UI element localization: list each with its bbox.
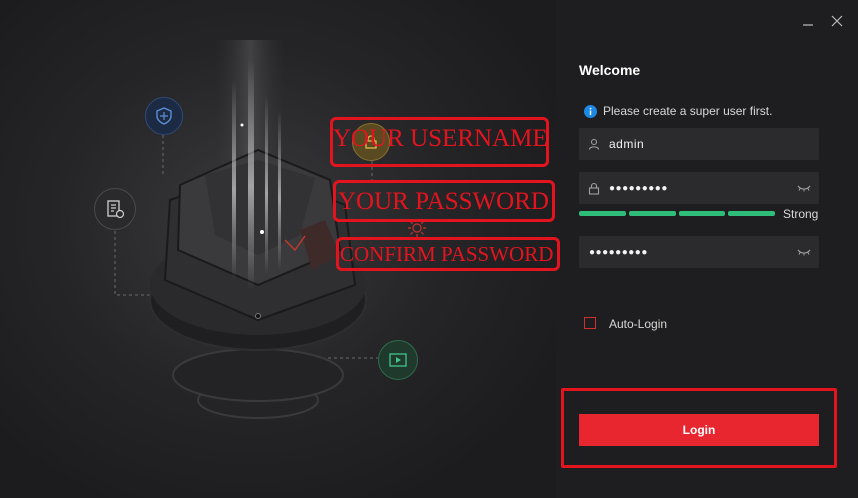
eye-closed-icon[interactable]	[789, 184, 819, 192]
shield-node-icon	[145, 97, 183, 135]
minimize-icon[interactable]	[797, 10, 819, 32]
password-strength-meter	[579, 211, 775, 216]
user-icon	[579, 138, 609, 150]
strength-segment	[628, 211, 676, 216]
info-icon	[584, 104, 597, 118]
strength-label: Strong	[783, 207, 819, 221]
auto-login-label: Auto-Login	[609, 317, 668, 331]
annotation-confirm-text: CONFIRM PASSWORD	[340, 242, 554, 266]
close-icon[interactable]	[826, 10, 848, 32]
username-value[interactable]: admin	[609, 137, 819, 151]
eye-closed-icon[interactable]	[789, 248, 819, 256]
lock-icon	[579, 182, 609, 195]
confirm-password-field[interactable]: ●●●●●●●●●	[579, 236, 819, 268]
annotation-password-text: YOUR PASSWORD	[338, 188, 549, 215]
notice-message: Please create a super user first.	[584, 104, 772, 118]
annotation-username-text: YOUR USERNAME	[333, 125, 548, 152]
password-field[interactable]: ●●●●●●●●●	[579, 172, 819, 204]
alarm-log-node-icon	[94, 188, 136, 230]
strength-segment	[579, 211, 626, 216]
password-value[interactable]: ●●●●●●●●●	[609, 183, 789, 194]
username-field[interactable]: admin	[579, 128, 819, 160]
confirm-password-value[interactable]: ●●●●●●●●●	[589, 247, 789, 258]
strength-segment	[728, 211, 775, 216]
strength-segment	[678, 211, 726, 216]
video-node-icon	[378, 340, 418, 380]
auto-login-checkbox[interactable]	[584, 317, 596, 329]
welcome-title: Welcome	[579, 62, 641, 78]
annotation-login-box	[561, 388, 837, 468]
notice-text: Please create a super user first.	[603, 104, 773, 118]
